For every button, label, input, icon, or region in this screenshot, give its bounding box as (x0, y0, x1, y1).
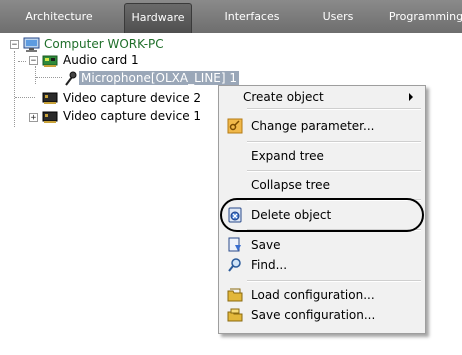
tree-root-label[interactable]: Computer WORK-PC (44, 37, 164, 51)
tab-hardware[interactable]: Hardware (124, 3, 192, 34)
menu-item-label: Delete object (251, 208, 332, 222)
menu-item-label: Create object (243, 90, 324, 104)
menu-item-expand-tree[interactable]: Expand tree (221, 146, 423, 166)
menu-item-label: Collapse tree (251, 178, 330, 192)
save-folder-icon (227, 307, 243, 323)
menu-item-label: Change parameter... (251, 119, 375, 133)
tree-connector (18, 61, 26, 62)
menu-item-delete-object[interactable]: Delete object (221, 205, 423, 225)
tab-programming[interactable]: Programming (376, 0, 462, 33)
menu-item-label: Save (251, 238, 281, 252)
tree-microphone-label[interactable]: Microphone[OLXA_LINE] 1 (79, 71, 240, 85)
tab-bar: Architecture Hardware Interfaces Users P… (0, 0, 462, 34)
tree-connector (36, 77, 62, 78)
menu-separator (247, 108, 421, 110)
collapse-audio-card-toggle[interactable]: − (29, 56, 38, 66)
load-folder-icon (227, 287, 243, 303)
tab-architecture[interactable]: Architecture (6, 0, 112, 33)
tab-users[interactable]: Users (312, 0, 364, 33)
menu-separator (247, 141, 421, 143)
tree-connector (15, 97, 35, 98)
menu-item-label: Find... (251, 258, 288, 272)
menu-item-save-configuration[interactable]: Save configuration... (221, 305, 423, 325)
video-device-icon (42, 91, 58, 108)
audio-card-icon (42, 54, 58, 71)
menu-item-change-parameter[interactable]: Change parameter... (221, 116, 423, 136)
tree-audio-card-label[interactable]: Audio card 1 (63, 53, 139, 67)
menu-item-label: Expand tree (251, 149, 324, 163)
menu-item-find[interactable]: Find... (221, 255, 423, 275)
menu-separator (247, 229, 421, 231)
tree-connector (14, 51, 15, 127)
menu-item-collapse-tree[interactable]: Collapse tree (221, 175, 423, 195)
submenu-arrow-icon (409, 93, 413, 101)
menu-item-save[interactable]: Save (221, 235, 423, 255)
collapse-root-toggle[interactable]: − (10, 40, 19, 50)
expand-video-device-1-toggle[interactable]: + (29, 113, 38, 123)
save-icon (227, 237, 243, 253)
magnifier-icon (227, 257, 243, 273)
tree-video-device-2-label[interactable]: Video capture device 2 (63, 91, 201, 105)
menu-separator (247, 280, 421, 282)
context-menu: Create object Change parameter... Expand… (218, 85, 426, 334)
menu-separator (247, 170, 421, 172)
key-icon (227, 118, 243, 134)
tree-video-device-1-label[interactable]: Video capture device 1 (63, 109, 201, 123)
menu-item-create-object[interactable]: Create object (221, 87, 423, 107)
menu-item-label: Save configuration... (251, 308, 376, 322)
menu-item-load-configuration[interactable]: Load configuration... (221, 285, 423, 305)
microphone-icon (63, 71, 77, 90)
tab-interfaces[interactable]: Interfaces (200, 0, 304, 33)
computer-icon (23, 37, 41, 56)
menu-separator (247, 199, 421, 201)
delete-object-icon (227, 207, 243, 223)
tree-connector (35, 66, 36, 84)
video-device-icon (42, 110, 58, 127)
menu-item-label: Load configuration... (251, 288, 375, 302)
